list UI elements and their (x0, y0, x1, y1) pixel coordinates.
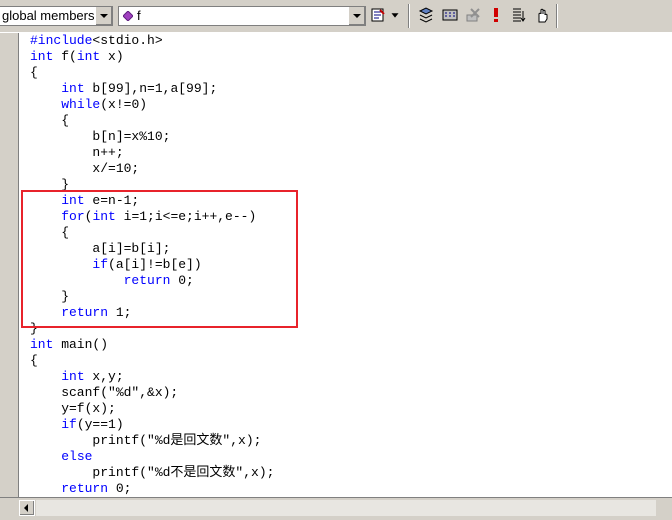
code-editor[interactable]: #include<stdio.h> int f(int x){ int b[99]… (0, 32, 672, 498)
execute-icon[interactable] (487, 6, 505, 24)
compile-icon[interactable] (417, 6, 435, 24)
function-combo-value: f (137, 8, 141, 23)
keyword: else (61, 449, 93, 464)
code-line[interactable]: n++; (30, 145, 274, 161)
code-line[interactable]: return 0; (30, 481, 274, 497)
code-line[interactable]: int f(int x) (30, 49, 274, 65)
toolbar-separator (556, 4, 558, 28)
code-line[interactable]: { (30, 65, 274, 81)
code-line[interactable]: int b[99],n=1,a[99]; (30, 81, 274, 97)
wizard-bar-icon[interactable] (370, 6, 388, 24)
scroll-left-button[interactable] (19, 500, 35, 516)
keyword: #include (30, 33, 93, 48)
purple-diamond-icon (123, 11, 133, 21)
keyword: while (61, 97, 101, 112)
keyword: if (61, 417, 77, 432)
horizontal-scrollbar[interactable] (0, 497, 672, 520)
code-line[interactable]: #include<stdio.h> (30, 33, 274, 49)
keyword: return (61, 481, 109, 496)
build-icon[interactable] (441, 6, 459, 24)
editor-gutter[interactable] (0, 33, 19, 498)
stop-build-icon[interactable] (464, 6, 482, 24)
scroll-track[interactable] (36, 500, 656, 516)
go-icon[interactable] (533, 6, 551, 24)
toolbar-separator (408, 4, 410, 28)
code-line[interactable]: int main() (30, 337, 274, 353)
code-line[interactable]: scanf("%d",&x); (30, 385, 274, 401)
code-line[interactable]: { (30, 113, 274, 129)
code-line[interactable]: y=f(x); (30, 401, 274, 417)
code-line[interactable]: { (30, 353, 274, 369)
highlight-box (21, 190, 298, 328)
breakpoint-list-icon[interactable] (510, 6, 528, 24)
keyword: int (76, 49, 101, 64)
keyword: int (61, 369, 85, 384)
code-line[interactable]: printf("%d是回文数",x); (30, 433, 274, 449)
code-line[interactable]: b[n]=x%10; (30, 129, 274, 145)
chevron-down-icon[interactable] (348, 7, 365, 25)
scope-combo[interactable]: global members (0, 6, 113, 26)
code-line[interactable]: printf("%d不是回文数",x); (30, 465, 274, 481)
keyword: int (61, 81, 85, 96)
keyword: int (30, 49, 54, 64)
code-line[interactable]: else (30, 449, 274, 465)
code-line[interactable]: int x,y; (30, 369, 274, 385)
chevron-down-icon[interactable] (95, 7, 112, 25)
function-combo[interactable]: f (118, 6, 366, 26)
toolbar: global members f (0, 0, 672, 33)
scope-combo-value: global members (2, 8, 95, 23)
keyword: int (30, 337, 54, 352)
code-line[interactable]: while(x!=0) (30, 97, 274, 113)
code-line[interactable]: if(y==1) (30, 417, 274, 433)
code-line[interactable]: x/=10; (30, 161, 274, 177)
chevron-down-icon[interactable] (388, 6, 402, 24)
